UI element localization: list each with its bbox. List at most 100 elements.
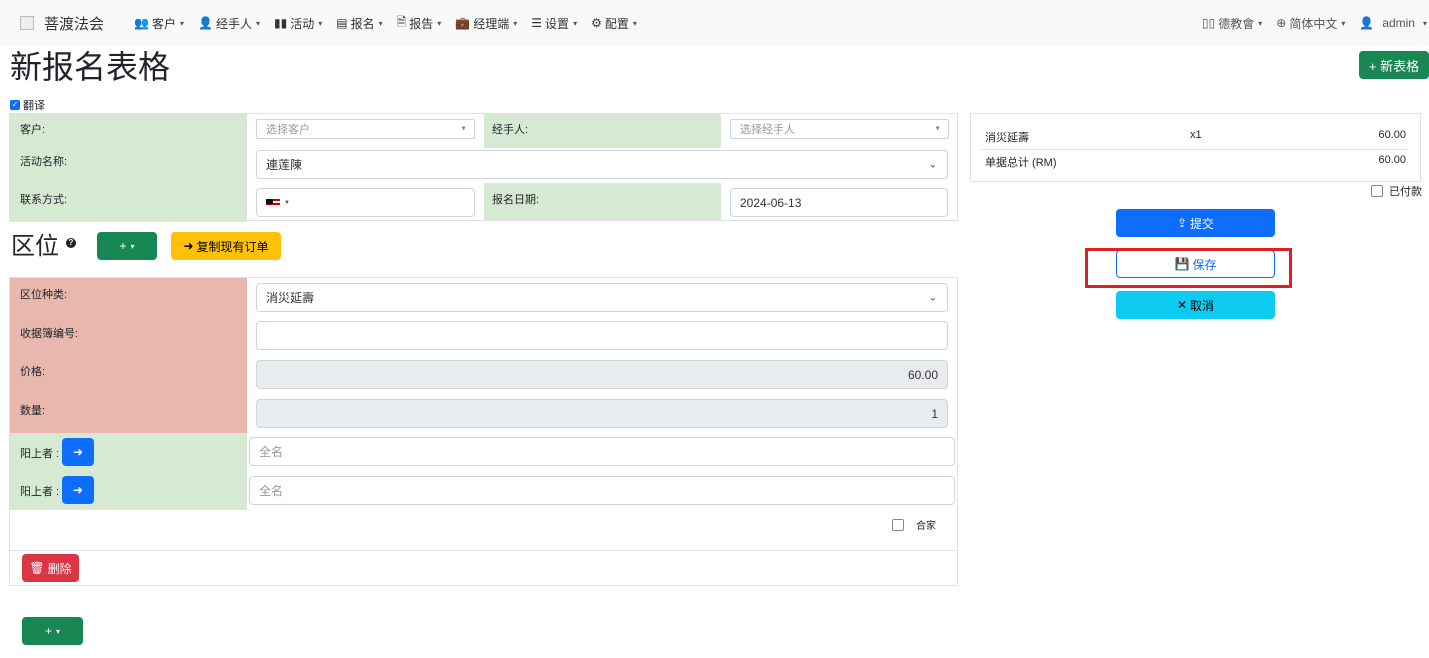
summary-divider xyxy=(981,149,1408,150)
checkbox-checked-icon[interactable]: ✓ xyxy=(10,100,20,110)
user-icon: 👤 xyxy=(1359,16,1375,30)
yang-label-2: 阳上者 : xyxy=(20,486,60,498)
caret-down-icon: ▾ xyxy=(1422,18,1427,28)
caret-down-icon: ▾ xyxy=(378,18,383,28)
price-input: 60.00 xyxy=(256,360,948,389)
nav-handlers[interactable]: 👤 经手人 ▾ xyxy=(198,15,260,32)
globe-icon: ⊕ xyxy=(1276,16,1287,30)
zone-divider xyxy=(10,550,957,551)
caret-down-icon: ▾ xyxy=(179,18,184,28)
customer-select[interactable]: 选择客户 ▼ xyxy=(256,119,475,139)
price-label-cell: 价格: xyxy=(10,355,247,394)
country-flag-icon[interactable] xyxy=(266,198,280,207)
caret-down-icon: ▾ xyxy=(56,626,61,636)
zone-type-label: 区位种类: xyxy=(20,289,68,301)
customer-label: 客户: xyxy=(20,124,46,136)
form-icon: ▤ xyxy=(336,16,348,30)
report-icon: 🗎 xyxy=(396,14,407,29)
chevron-down-icon: ⌄ xyxy=(928,159,937,170)
handler-label-cell: 经手人: xyxy=(484,114,721,148)
caret-down-icon: ▾ xyxy=(437,18,442,28)
receipt-label-cell: 收据簿编号: xyxy=(10,317,247,355)
caret-down-icon: ▾ xyxy=(632,18,637,28)
sign-in-icon: ➜ xyxy=(72,445,84,459)
nav-manager[interactable]: 💼 经理端 ▾ xyxy=(455,15,517,32)
highlight-annotation xyxy=(1085,248,1292,288)
event-label-cell: 活动名称: xyxy=(10,148,247,184)
caret-down-icon: ▼ xyxy=(934,125,941,133)
brand[interactable]: 菩渡法会 xyxy=(20,13,104,34)
caret-down-icon: ▾ xyxy=(1258,18,1263,28)
close-icon: ✕ xyxy=(1176,298,1188,312)
qty-input: 1 xyxy=(256,399,948,428)
nav-reports[interactable]: 🗎 报告 ▾ xyxy=(397,13,442,34)
zone-type-label-cell: 区位种类: xyxy=(10,278,247,317)
upload-icon: ⇪ xyxy=(1176,216,1188,230)
add-zone-bottom-button[interactable]: + ▾ xyxy=(22,617,83,645)
nav-config[interactable]: ⚙ 配置 ▾ xyxy=(591,15,637,32)
translate-toggle[interactable]: ✓ 翻译 xyxy=(10,97,45,113)
handler-select[interactable]: 选择经手人 ▼ xyxy=(730,119,949,139)
caret-down-icon: ▾ xyxy=(1341,18,1346,28)
nav-customers[interactable]: 👥 客户 ▾ xyxy=(134,15,184,32)
family-checkbox[interactable] xyxy=(892,518,904,531)
qty-label: 数量: xyxy=(20,405,46,417)
caret-down-icon: ▼ xyxy=(284,199,290,206)
submit-button[interactable]: ⇪ 提交 xyxy=(1116,209,1275,237)
event-select[interactable]: 連莲陳 ⌄ xyxy=(256,150,948,179)
users-icon: 👥 xyxy=(134,16,149,30)
receipt-number-input[interactable] xyxy=(256,321,948,350)
summary-item-row: 消災延壽 x1 60.00 xyxy=(985,129,1406,145)
page-title: 新报名表格 xyxy=(10,49,171,85)
add-zone-button[interactable]: + ▾ xyxy=(97,232,157,260)
date-label: 报名日期: xyxy=(492,194,540,206)
paid-checkbox-row[interactable]: 已付款 xyxy=(1371,183,1422,199)
nav-registration[interactable]: ▤ 报名 ▾ xyxy=(336,15,382,32)
import-name-button-1[interactable]: ➜ xyxy=(62,438,94,466)
chevron-down-icon: ⌄ xyxy=(928,292,937,303)
sign-in-icon: ➜ xyxy=(72,483,84,497)
summary-total-label: 单据总计 (RM) xyxy=(985,157,1057,169)
zone-form: 区位种类: 消災延壽 ⌄ 收据簿编号: 价格: 60.00 数量: 1 阳上者 … xyxy=(9,277,958,586)
family-checkbox-row[interactable]: 合家 xyxy=(892,517,936,532)
summary-total-value: 60.00 xyxy=(1378,154,1406,166)
full-name-input-2[interactable]: 全名 xyxy=(249,476,955,505)
sign-in-icon: ➜ xyxy=(183,239,194,253)
copy-order-button[interactable]: ➜ 复制现有订单 xyxy=(171,232,281,260)
paid-checkbox[interactable] xyxy=(1371,185,1383,197)
order-info-form: 客户: 选择客户 ▼ 经手人: 选择经手人 ▼ 活动名称: 連莲陳 ⌄ 联系方式… xyxy=(9,113,958,222)
book-icon: ▮▮ xyxy=(273,16,288,30)
yang-label-1: 阳上者 : xyxy=(20,448,60,460)
cancel-button[interactable]: ✕ 取消 xyxy=(1116,291,1275,319)
briefcase-icon: 💼 xyxy=(455,16,471,30)
user-menu[interactable]: 👤 admin ▾ xyxy=(1359,16,1427,30)
org-switcher[interactable]: ▯▯ 德教會 ▾ xyxy=(1202,15,1262,32)
trash-icon: 🗑 xyxy=(29,561,45,575)
contact-label-cell: 联系方式: xyxy=(10,184,247,222)
sliders-icon: ☰ xyxy=(531,16,543,30)
nav-settings[interactable]: ☰ 设置 ▾ xyxy=(531,15,577,32)
summary-item-name: 消災延壽 xyxy=(985,132,1029,144)
top-navbar: 菩渡法会 👥 客户 ▾ 👤 经手人 ▾ ▮▮ 活动 ▾ ▤ 报名 ▾ 🗎 报告 ▾ 💼 经理端 ▾ ☰ 设… xyxy=(0,0,1429,46)
delete-zone-button[interactable]: 🗑 删除 xyxy=(22,554,79,582)
nav-events[interactable]: ▮▮ 活动 ▾ xyxy=(274,15,322,32)
receipt-label: 收据簿编号: xyxy=(20,328,79,340)
brand-name: 菩渡法会 xyxy=(44,15,105,33)
zone-type-select[interactable]: 消災延壽 ⌄ xyxy=(256,283,948,312)
gear-icon: ⚙ xyxy=(591,16,602,30)
language-switcher[interactable]: ⊕ 简体中文 ▾ xyxy=(1276,15,1345,32)
caret-down-icon: ▼ xyxy=(460,125,467,133)
caret-down-icon: ▾ xyxy=(573,18,578,28)
new-form-button[interactable]: + 新表格 xyxy=(1359,51,1429,79)
import-name-button-2[interactable]: ➜ xyxy=(62,476,94,504)
date-input[interactable]: 2024-06-13 xyxy=(730,188,948,217)
handler-label: 经手人: xyxy=(492,124,529,136)
contact-phone-input[interactable]: ▼ xyxy=(256,188,475,217)
help-icon[interactable]: ? xyxy=(66,238,76,248)
caret-down-icon: ▾ xyxy=(318,18,323,28)
caret-down-icon: ▾ xyxy=(130,241,135,251)
full-name-input-1[interactable]: 全名 xyxy=(249,437,955,466)
caret-down-icon: ▾ xyxy=(255,18,260,28)
order-summary: 消災延壽 x1 60.00 单据总计 (RM) 60.00 xyxy=(970,113,1421,182)
price-label: 价格: xyxy=(20,366,46,378)
